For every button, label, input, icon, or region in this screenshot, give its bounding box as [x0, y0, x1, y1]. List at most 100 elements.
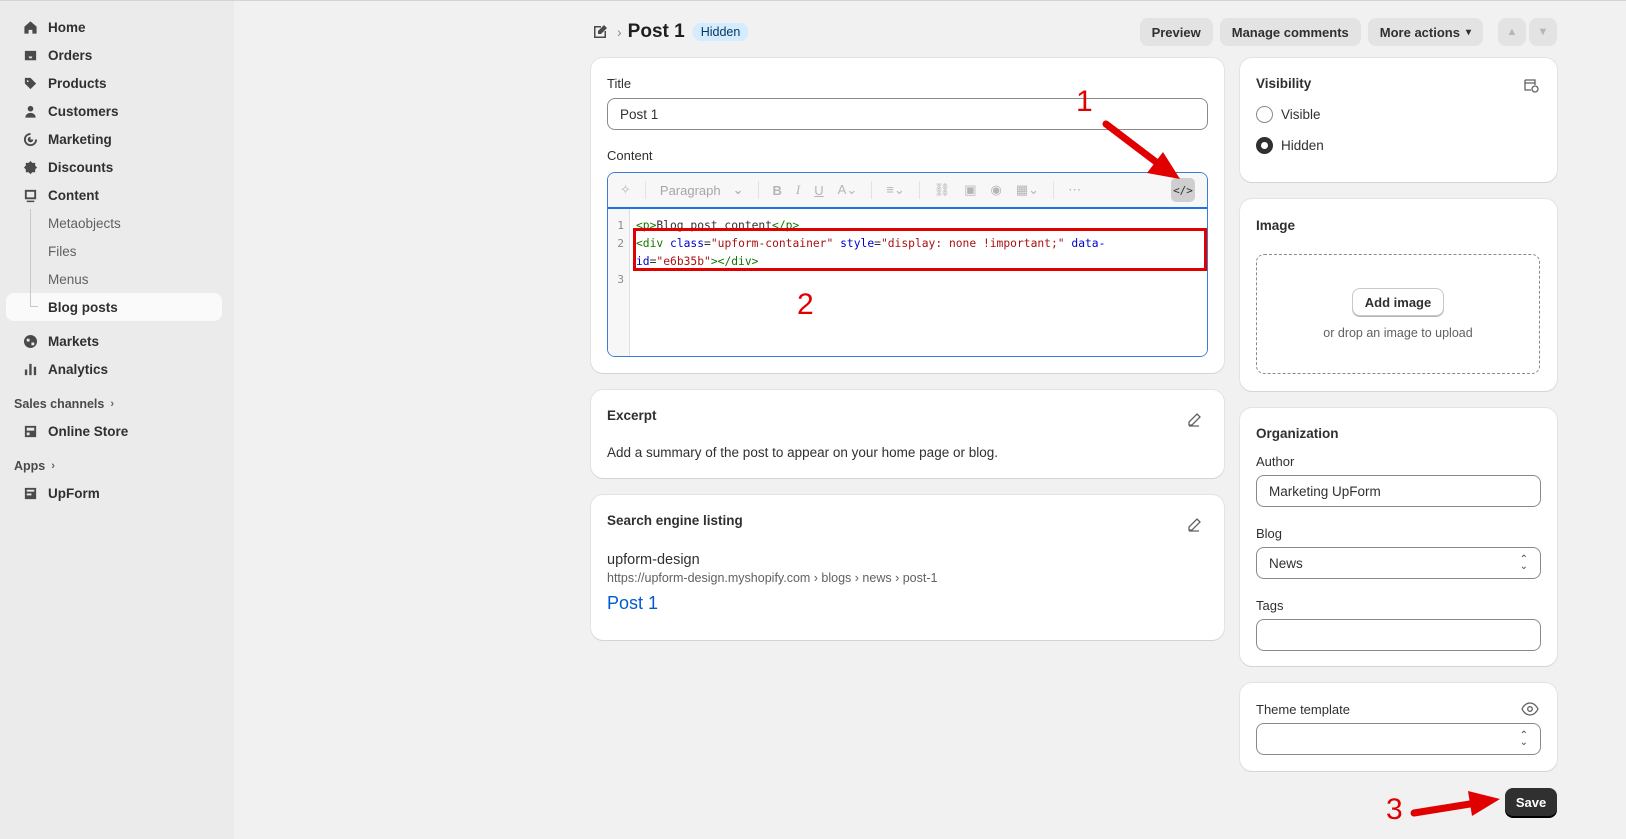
status-badge: Hidden [692, 23, 749, 41]
manage-comments-button[interactable]: Manage comments [1219, 18, 1361, 46]
sidebar-item-online-store[interactable]: Online Store [6, 417, 222, 445]
preview-button[interactable]: Preview [1139, 18, 1213, 46]
blog-select[interactable]: News ⌃ ⌄ [1256, 547, 1541, 579]
seo-card: Search engine listing upform-design http… [591, 495, 1224, 640]
seo-site-name: upform-design [607, 552, 700, 568]
previous-post-button[interactable]: ▲ [1498, 18, 1526, 46]
sidebar-item-orders[interactable]: Orders [6, 41, 222, 69]
sidebar-item-markets[interactable]: Markets [6, 327, 222, 355]
pencil-icon[interactable] [1186, 517, 1202, 533]
seo-link-title[interactable]: Post 1 [607, 593, 658, 614]
sidebar-item-label: Products [48, 75, 107, 91]
sidebar-item-content[interactable]: Content [6, 181, 222, 209]
tags-input[interactable] [1256, 619, 1541, 651]
paragraph-format-select[interactable]: Paragraph ⌄ [660, 182, 744, 198]
tags-label: Tags [1256, 598, 1284, 613]
theme-template-select[interactable]: ⌃ ⌄ [1256, 723, 1541, 755]
sales-channels-heading[interactable]: Sales channels › [0, 391, 234, 417]
drop-hint: or drop an image to upload [1323, 326, 1473, 340]
blog-label: Blog [1256, 526, 1283, 541]
annotation-number-1: 1 [1076, 85, 1093, 118]
store-icon [22, 423, 38, 439]
image-dropzone[interactable]: Add image or drop an image to upload [1256, 254, 1540, 374]
organization-card: Organization Author Marketing UpForm Blo… [1240, 408, 1557, 666]
sidebar-item-label: UpForm [48, 485, 100, 501]
page-header: › Post 1 Hidden Preview Manage comments … [591, 17, 1557, 47]
edit-document-icon[interactable] [591, 23, 609, 41]
breadcrumb-separator: › [617, 24, 622, 40]
text-color-icon[interactable]: A⌄ [838, 182, 858, 198]
sidebar-item-upform[interactable]: UpForm [6, 479, 222, 507]
save-button[interactable]: Save [1505, 788, 1557, 816]
add-image-button[interactable]: Add image [1351, 288, 1445, 316]
upform-app-icon [22, 485, 38, 501]
align-icon[interactable]: ≡⌄ [886, 182, 904, 198]
select-arrows-icon: ⌃ ⌄ [1519, 554, 1528, 572]
sidebar-item-discounts[interactable]: Discounts [6, 153, 222, 181]
underline-icon[interactable]: U [814, 183, 823, 198]
sidebar-item-customers[interactable]: Customers [6, 97, 222, 125]
sidebar-item-home[interactable]: Home [6, 13, 222, 41]
page-title: Post 1 [627, 21, 685, 42]
title-label: Title [607, 76, 632, 91]
excerpt-text: Add a summary of the post to appear on y… [607, 445, 998, 460]
bold-icon[interactable]: B [773, 183, 782, 198]
sidebar-subitem-files[interactable]: Files [6, 237, 222, 265]
seo-url: https://upform-design.myshopify.com › bl… [607, 571, 938, 585]
content-label: Content [607, 148, 653, 163]
sidebar-subitem-blog-posts[interactable]: Blog posts [6, 293, 222, 321]
editor-toolbar: ✧ Paragraph ⌄ B I U A⌄ ≡⌄ ⛓ ▣ ◉ ▦⌄ ⋯ </> [608, 173, 1207, 209]
sidebar-item-analytics[interactable]: Analytics [6, 355, 222, 383]
visible-radio[interactable]: Visible [1256, 106, 1324, 123]
chevron-down-icon: ▼ [1537, 26, 1549, 38]
person-icon [22, 103, 38, 119]
image-card: Image Add image or drop an image to uplo… [1240, 199, 1557, 391]
annotation-arrow-3 [1410, 791, 1500, 817]
seo-title: Search engine listing [607, 513, 743, 528]
magic-wand-icon[interactable]: ✧ [620, 182, 631, 198]
excerpt-card: Excerpt Add a summary of the post to app… [591, 390, 1224, 478]
show-html-code-icon[interactable]: </> [1171, 178, 1195, 202]
tag-icon [22, 75, 38, 91]
link-icon[interactable]: ⛓ [934, 182, 951, 198]
radio-button[interactable] [1256, 106, 1273, 123]
sidebar-subitem-metaobjects[interactable]: Metaobjects [6, 209, 222, 237]
table-icon[interactable]: ▦⌄ [1016, 182, 1039, 198]
title-input[interactable]: Post 1 [607, 98, 1208, 130]
apps-heading[interactable]: Apps › [0, 453, 234, 479]
orders-icon [22, 47, 38, 63]
video-icon[interactable]: ◉ [991, 182, 1002, 198]
sidebar-subitem-menus[interactable]: Menus [6, 265, 222, 293]
excerpt-title: Excerpt [607, 408, 657, 423]
sidebar-item-label: Marketing [48, 131, 112, 147]
pencil-icon[interactable] [1186, 412, 1202, 428]
sidebar-item-marketing[interactable]: Marketing [6, 125, 222, 153]
theme-template-label: Theme template [1256, 702, 1350, 717]
author-input[interactable]: Marketing UpForm [1256, 475, 1541, 507]
author-label: Author [1256, 454, 1295, 469]
italic-icon[interactable]: I [796, 182, 800, 198]
bar-chart-icon [22, 361, 38, 377]
radio-button-selected[interactable] [1256, 137, 1273, 154]
select-arrows-icon: ⌃ ⌄ [1519, 730, 1528, 748]
chevron-right-icon: › [110, 398, 114, 410]
content-icon [22, 187, 38, 203]
more-icon[interactable]: ⋯ [1068, 182, 1081, 198]
chevron-down-icon: ⌄ [732, 182, 744, 197]
image-icon[interactable]: ▣ [964, 182, 976, 198]
annotation-number-3: 3 [1386, 793, 1403, 826]
visibility-title: Visibility [1256, 76, 1312, 91]
sidebar-item-label: Markets [48, 333, 100, 349]
sidebar-item-label: Home [48, 19, 86, 35]
highlight-box [633, 228, 1207, 271]
more-actions-button[interactable]: More actions ▾ [1367, 18, 1483, 46]
sidebar-item-label: Content [48, 187, 99, 203]
sidebar-item-products[interactable]: Products [6, 69, 222, 97]
visibility-card: Visibility Visible Hidden [1240, 58, 1557, 182]
next-post-button[interactable]: ▼ [1529, 18, 1557, 46]
hidden-radio[interactable]: Hidden [1256, 137, 1324, 154]
header-actions: Preview Manage comments More actions ▾ ▲ … [1139, 18, 1557, 46]
calendar-clock-icon[interactable] [1523, 77, 1539, 93]
eye-icon[interactable] [1521, 702, 1539, 716]
